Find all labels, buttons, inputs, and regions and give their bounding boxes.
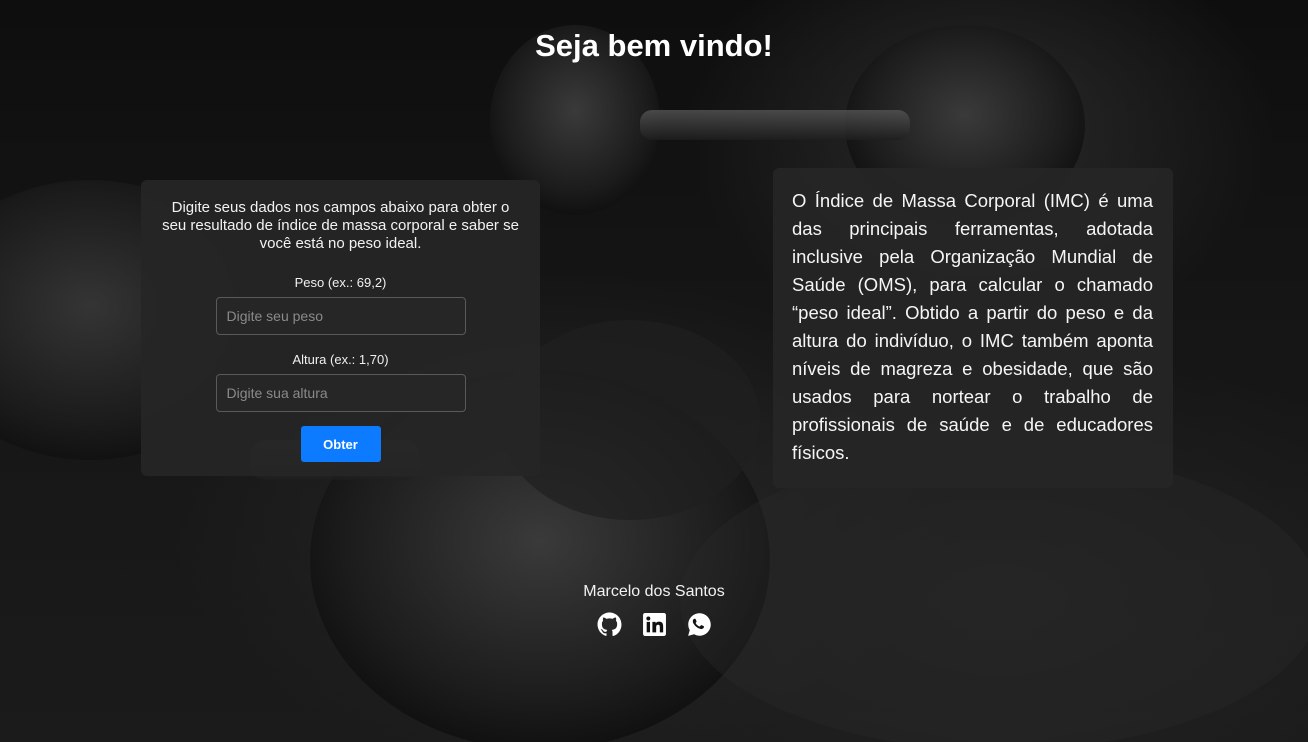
bmi-info-text: O Índice de Massa Corporal (IMC) é uma d…	[792, 190, 1153, 463]
github-icon	[597, 612, 621, 637]
bmi-form-card: Digite seus dados nos campos abaixo para…	[141, 180, 540, 476]
weight-label: Peso (ex.: 69,2)	[294, 275, 387, 290]
linkedin-icon	[642, 613, 666, 636]
whatsapp-icon	[687, 613, 711, 636]
submit-button[interactable]: Obter	[300, 426, 381, 462]
height-label: Altura (ex.: 1,70)	[292, 352, 389, 367]
form-intro-text: Digite seus dados nos campos abaixo para…	[162, 199, 519, 252]
linkedin-link[interactable]	[642, 612, 667, 637]
github-link[interactable]	[597, 612, 622, 637]
page-title: Seja bem vindo!	[535, 28, 773, 63]
footer: Marcelo dos Santos	[0, 583, 1308, 637]
bmi-info-card: O Índice de Massa Corporal (IMC) é uma d…	[773, 168, 1173, 488]
whatsapp-link[interactable]	[687, 612, 712, 637]
height-input[interactable]	[215, 374, 466, 412]
author-name: Marcelo dos Santos	[583, 583, 725, 600]
social-links	[0, 612, 1308, 637]
weight-input[interactable]	[215, 297, 466, 335]
